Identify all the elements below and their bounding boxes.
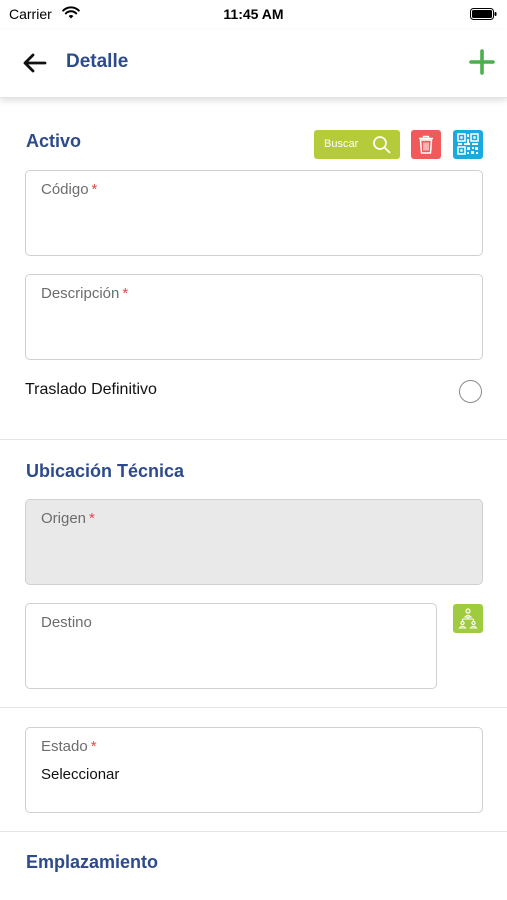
traslado-definitivo-label: Traslado Definitivo — [25, 381, 157, 398]
back-arrow-icon[interactable] — [20, 48, 50, 78]
destino-label: Destino — [41, 614, 92, 631]
descripcion-label: Descripción * — [41, 285, 129, 302]
navigation-bar: Detalle — [0, 30, 507, 98]
estado-value: Seleccionar — [41, 766, 120, 783]
section-divider — [0, 439, 507, 440]
codigo-label: Código * — [41, 181, 98, 198]
qr-code-icon — [457, 133, 479, 155]
origen-label: Origen * — [41, 510, 95, 527]
qr-scan-button[interactable] — [453, 130, 483, 159]
battery-icon — [470, 8, 497, 20]
delete-button[interactable] — [411, 130, 441, 159]
search-button-label: Buscar — [324, 138, 359, 150]
destino-field[interactable]: Destino — [25, 603, 437, 689]
trash-icon — [419, 135, 433, 154]
descripcion-field[interactable]: Descripción * — [25, 274, 483, 360]
page-title: Detalle — [66, 51, 129, 72]
required-marker: * — [89, 510, 95, 527]
required-marker: * — [90, 738, 97, 755]
codigo-field[interactable]: Código * — [25, 170, 483, 256]
estado-select[interactable]: Estado * Seleccionar — [25, 727, 483, 813]
search-icon — [373, 136, 391, 154]
location-tree-button[interactable] — [453, 604, 483, 633]
estado-label: Estado * — [41, 738, 97, 755]
section-title-ubicacion-tecnica: Ubicación Técnica — [26, 461, 185, 481]
status-bar: Carrier 11:45 AM — [0, 0, 507, 30]
required-marker: * — [122, 285, 129, 302]
hierarchy-icon — [458, 608, 478, 629]
section-title-emplazamiento: Emplazamiento — [26, 852, 159, 872]
required-marker: * — [91, 181, 98, 198]
search-button[interactable]: Buscar — [314, 130, 400, 159]
traslado-definitivo-radio[interactable] — [459, 380, 482, 403]
plus-icon[interactable] — [467, 47, 497, 77]
section-divider — [0, 831, 507, 832]
section-divider — [0, 707, 507, 708]
section-title-activo: Activo — [26, 131, 82, 151]
status-time: 11:45 AM — [223, 6, 284, 22]
origen-field: Origen * — [25, 499, 483, 585]
